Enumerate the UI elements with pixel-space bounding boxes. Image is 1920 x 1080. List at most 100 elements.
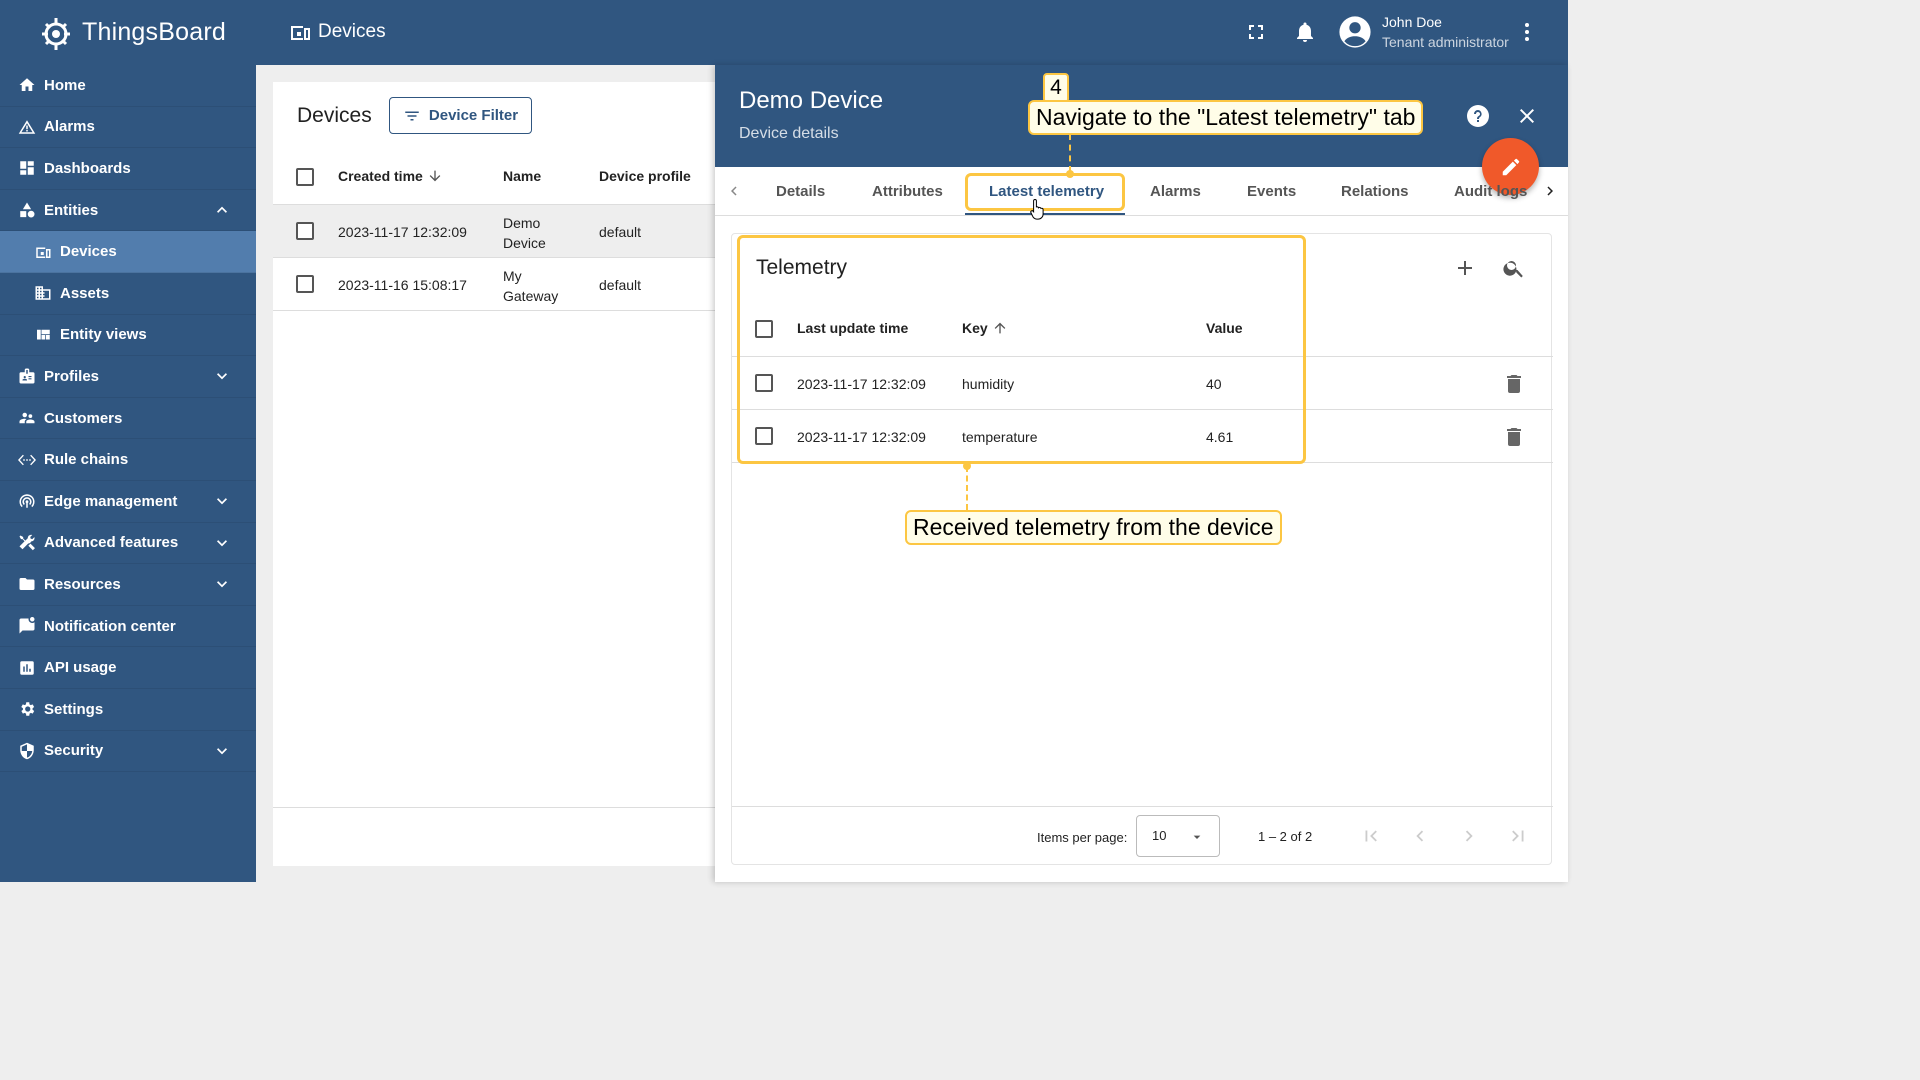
badge-icon [19,368,35,384]
entities-icon [20,202,35,218]
items-per-page-select[interactable]: 10 [1136,815,1220,857]
fullscreen-icon[interactable] [1244,20,1268,44]
tab-audit-logs[interactable]: Audit logs [1454,183,1528,200]
table-row[interactable]: 2023-11-16 15:08:17 My Gateway default [273,258,733,311]
account-avatar-icon [1339,16,1371,48]
drawer-tabs: Details Attributes Latest telemetry Alar… [715,167,1568,216]
tab-details[interactable]: Details [776,183,825,200]
profile-cell: default [599,277,642,293]
tab-relations[interactable]: Relations [1341,183,1409,200]
folder-icon [19,578,35,591]
sidebar-item-entity-views[interactable]: Entity views [0,315,256,357]
chevron-left-icon[interactable] [725,182,743,200]
chevron-down-icon [217,498,227,505]
sidebar-item-label: Advanced features [44,534,179,552]
sidebar-item-security[interactable]: Security [0,731,256,773]
column-name[interactable]: Name [503,168,541,184]
chevron-down-icon [217,539,227,547]
sidebar-item-home[interactable]: Home [0,65,256,107]
chevron-right-icon[interactable] [1458,825,1480,847]
sidebar-item-label: Edge management [44,492,178,510]
thingsboard-logo-icon [42,18,70,50]
name-cell: My Gateway [503,266,558,306]
sidebar-item-label: Security [44,742,104,760]
devices-table-footer [273,807,733,808]
device-filter-button[interactable]: Device Filter [389,97,532,134]
row-checkbox[interactable] [296,275,314,293]
sidebar-item-label: Notification center [44,617,176,635]
warning-icon [18,120,36,134]
sidebar-item-advanced-features[interactable]: Advanced features [0,523,256,565]
name-line: Demo [503,215,541,231]
table-row[interactable]: 2023-11-17 12:32:09 Demo Device default [273,205,733,258]
telemetry-highlight [737,235,1306,464]
close-icon[interactable] [1515,104,1539,128]
domain-icon [35,286,51,301]
chevron-up-icon [217,206,227,213]
user-menu[interactable]: John Doe Tenant administrator [1338,14,1509,50]
sidebar-item-devices[interactable]: Devices [0,231,256,273]
sidebar-item-label: Profiles [44,367,100,385]
mark-unread-chat-icon [19,617,35,634]
devices-card: Devices Device Filter Created time Name … [273,82,733,866]
devices-table-header: Created time Name Device profile [273,150,733,205]
dashboard-icon [20,161,34,176]
sidebar-item-label: Home [44,76,86,94]
chevron-down-icon [217,373,227,380]
column-device-profile[interactable]: Device profile [599,168,691,184]
sidebar-item-alarms[interactable]: Alarms [0,107,256,149]
filter-list-icon [405,111,419,120]
first-page-icon[interactable] [1360,825,1382,847]
select-all-checkbox[interactable] [296,168,314,186]
sidebar-item-label: Alarms [44,118,95,136]
sidebar-item-entities[interactable]: Entities [0,190,256,232]
sidebar-item-notification-center[interactable]: Notification center [0,606,256,648]
sidebar-item-dashboards[interactable]: Dashboards [0,148,256,190]
created-time-cell: 2023-11-16 15:08:17 [338,277,467,293]
row-checkbox[interactable] [296,222,314,240]
help-icon[interactable] [1466,104,1490,128]
tab-events[interactable]: Events [1247,183,1296,200]
sidebar-item-settings[interactable]: Settings [0,689,256,731]
delete-icon[interactable] [1502,372,1526,396]
dropdown-arrow-icon [1193,835,1201,839]
sidebar-item-label: API usage [44,659,117,677]
chevron-left-icon[interactable] [1409,825,1431,847]
devices-icon [36,247,51,258]
top-bar: ThingsBoard Devices John Doe Tenant admi… [0,0,1568,65]
device-filter-label: Device Filter [428,107,519,124]
add-icon[interactable] [1453,256,1477,280]
sidebar-item-edge-management[interactable]: Edge management [0,481,256,523]
tab-attributes[interactable]: Attributes [872,183,943,200]
column-created-time[interactable]: Created time [338,168,443,184]
sidebar-item-api-usage[interactable]: API usage [0,647,256,689]
profile-cell: default [599,224,642,240]
sidebar-item-rule-chains[interactable]: Rule chains [0,439,256,481]
drawer-title: Demo Device [739,87,884,114]
device-details-drawer: Demo Device Device details Details Attri… [715,65,1568,882]
shield-icon [20,742,34,760]
sidebar-item-label: Customers [44,409,123,427]
created-time-cell: 2023-11-17 12:32:09 [338,224,467,240]
arrow-down-icon [429,170,441,182]
sidebar-item-customers[interactable]: Customers [0,398,256,440]
user-name: John Doe [1382,14,1442,30]
sidebar-item-label: Assets [60,284,110,302]
delete-icon[interactable] [1502,425,1526,449]
sidebar-item-profiles[interactable]: Profiles [0,356,256,398]
chevron-right-icon[interactable] [1541,182,1559,200]
app-name: ThingsBoard [82,17,226,46]
more-vert-icon[interactable] [1515,20,1539,44]
home-icon [19,78,35,92]
sidebar-item-assets[interactable]: Assets [0,273,256,315]
app-logo[interactable]: ThingsBoard [36,12,226,52]
sidebar-item-label: Devices [60,243,117,261]
notifications-bell-icon[interactable] [1293,20,1317,44]
tab-callout: Navigate to the "Latest telemetry" tab [1028,100,1424,135]
sidebar-item-resources[interactable]: Resources [0,564,256,606]
search-icon[interactable] [1502,256,1526,280]
last-page-icon[interactable] [1507,825,1529,847]
construction-icon [19,534,35,551]
tab-alarms[interactable]: Alarms [1150,183,1201,200]
callout-connector [966,466,968,510]
